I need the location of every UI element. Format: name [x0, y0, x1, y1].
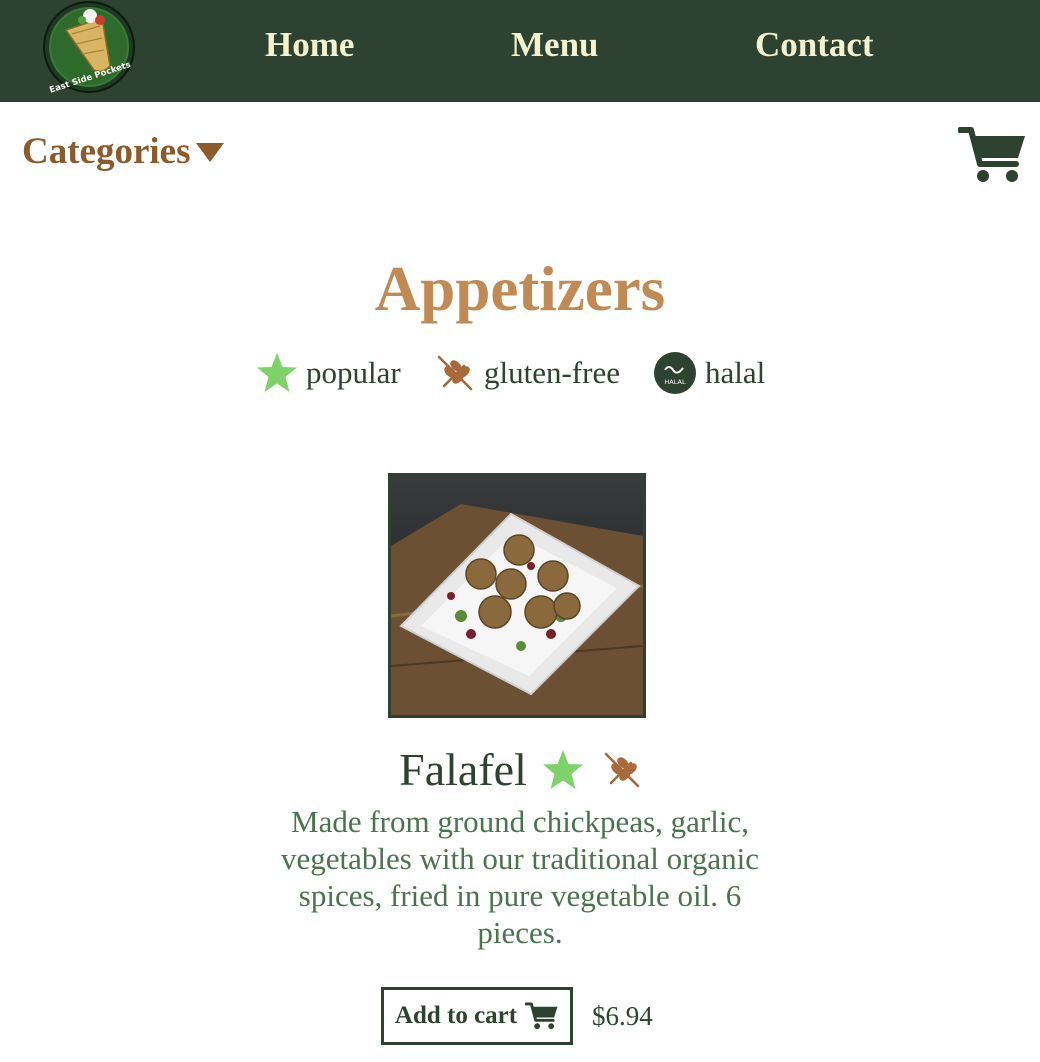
legend-label-gluten-free: gluten-free: [484, 355, 620, 390]
star-icon: [542, 750, 583, 789]
nav-menu-link[interactable]: Menu: [511, 22, 599, 68]
caret-down-icon: [195, 143, 224, 162]
legend-item-gluten-free: gluten-free: [436, 350, 620, 396]
item-description: Made from ground chickpeas, garlic, vege…: [280, 804, 760, 950]
shopping-cart-icon: [525, 1002, 558, 1030]
nav-contact-link[interactable]: Contact: [755, 22, 874, 68]
east-side-pockets-logo[interactable]: East Side Pockets: [42, 0, 136, 94]
legend-label-halal: halal: [705, 355, 766, 390]
categories-label: Categories: [22, 131, 191, 172]
halal-icon: HALAL: [654, 352, 696, 394]
top-navbar: East Side Pockets Home Menu Contact: [0, 0, 1040, 102]
falafel-image: [388, 473, 646, 718]
shopping-cart-icon[interactable]: [958, 124, 1028, 186]
wheat-crossed-icon: [604, 752, 640, 788]
categories-dropdown[interactable]: Categories: [22, 130, 225, 174]
add-to-cart-label: Add to cart: [394, 1002, 518, 1029]
item-name: Falafel: [399, 744, 527, 795]
legend-item-halal: HALAL halal: [653, 350, 765, 396]
item-price: $6.94: [592, 1001, 653, 1031]
nav-home-link[interactable]: Home: [265, 22, 354, 68]
page-title: Appetizers: [374, 254, 666, 324]
wheat-crossed-icon: [437, 355, 473, 391]
svg-text:HALAL: HALAL: [664, 378, 686, 386]
item-title-row: Falafel: [0, 742, 1040, 798]
star-icon: [257, 353, 297, 392]
legend-item-popular: popular: [255, 350, 401, 396]
legend-label-popular: popular: [306, 355, 401, 390]
add-to-cart-button[interactable]: Add to cart: [381, 987, 573, 1045]
